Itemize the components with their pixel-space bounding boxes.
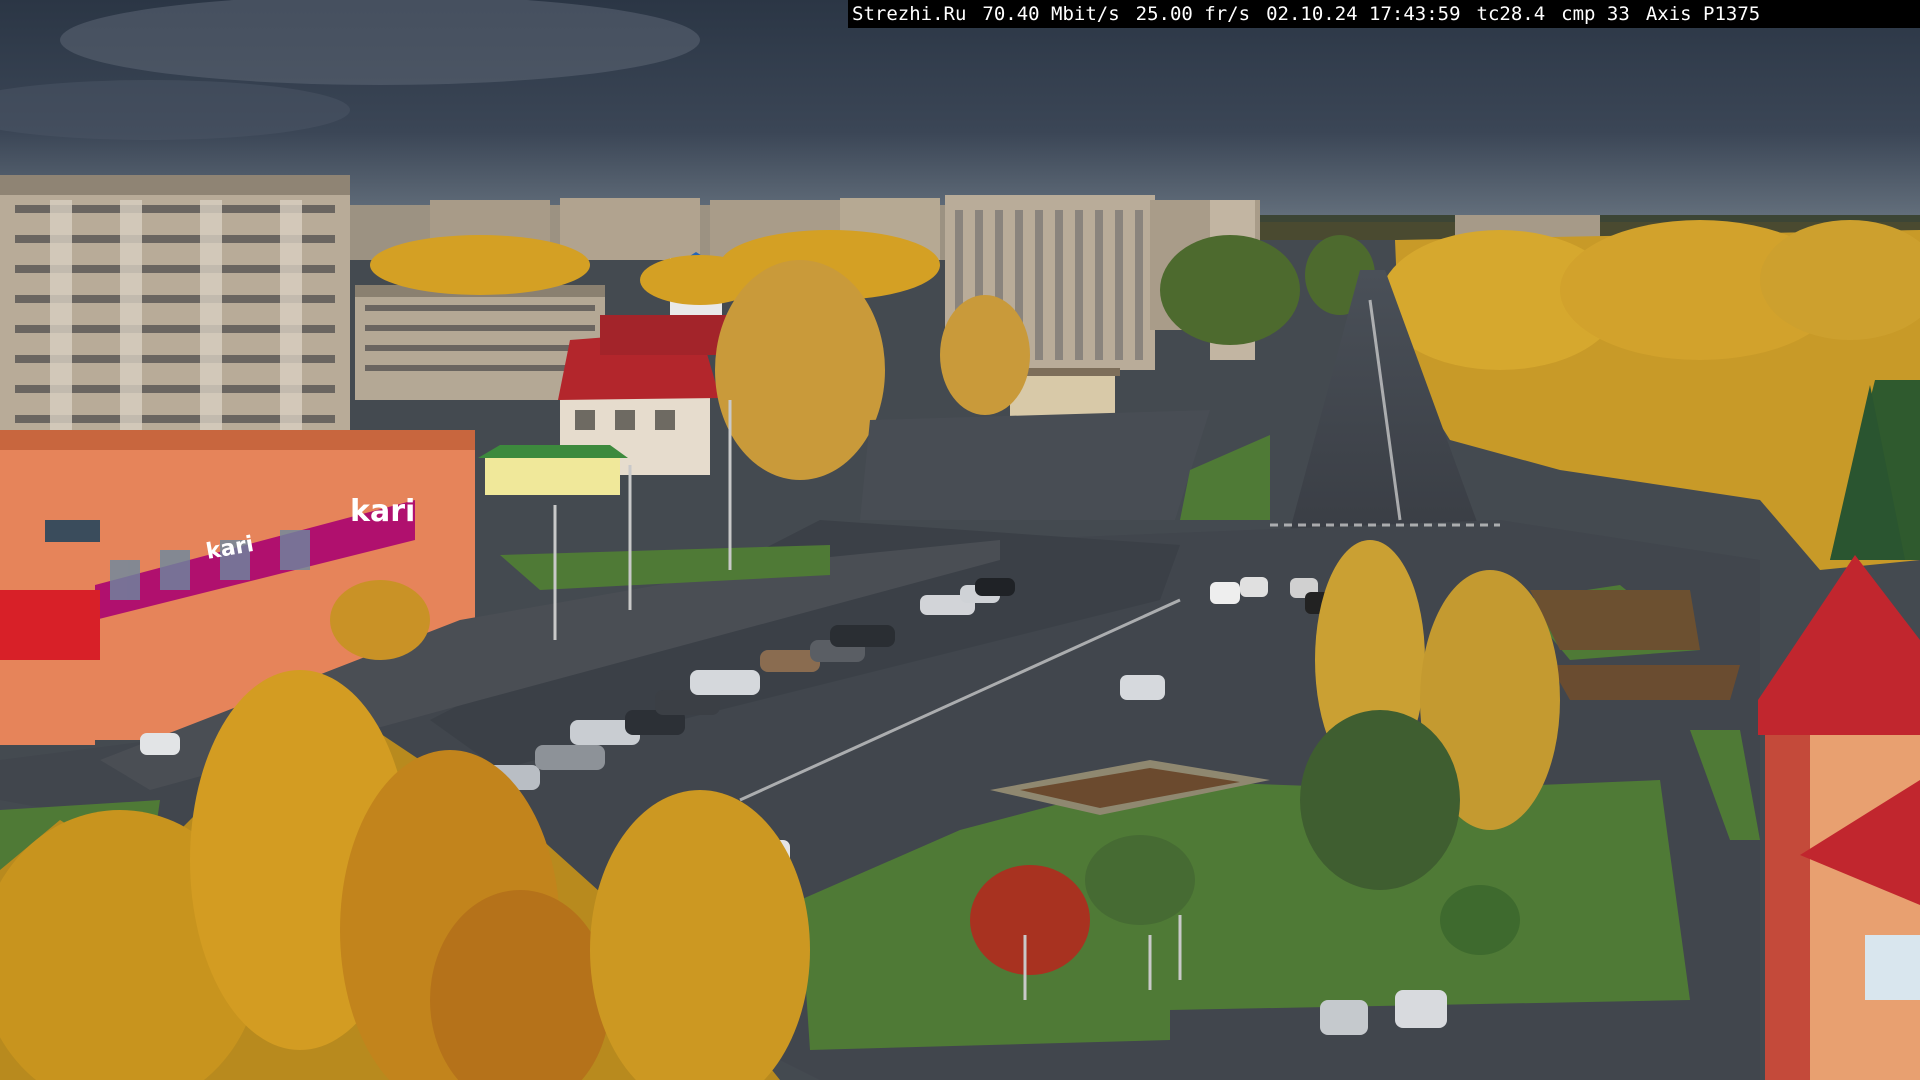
datetime: 02.10.24 17:43:59 (1266, 3, 1461, 25)
bitrate: 70.40 Mbit/s (982, 3, 1120, 25)
kari-store-sign: kari (350, 494, 416, 529)
camera-model: Axis P1375 (1645, 3, 1761, 25)
cmp-value: cmp 33 (1561, 3, 1630, 25)
parking-lot-center (860, 410, 1210, 520)
site-name: Strezhi.Ru (852, 3, 967, 25)
framerate: 25.00 fr/s (1135, 3, 1251, 25)
tc-value: tc28.4 (1476, 3, 1546, 25)
camera-info-overlay: Strezhi.Ru 70.40 Mbit/s 25.00 fr/s 02.10.24… (848, 0, 1920, 28)
city-view-image (0, 0, 1920, 1080)
green-kiosk (478, 445, 628, 495)
webcam-scene: kari kari Strezhi.Ru 70.40 Mbit/s 25.00 fr… (0, 0, 1920, 1080)
